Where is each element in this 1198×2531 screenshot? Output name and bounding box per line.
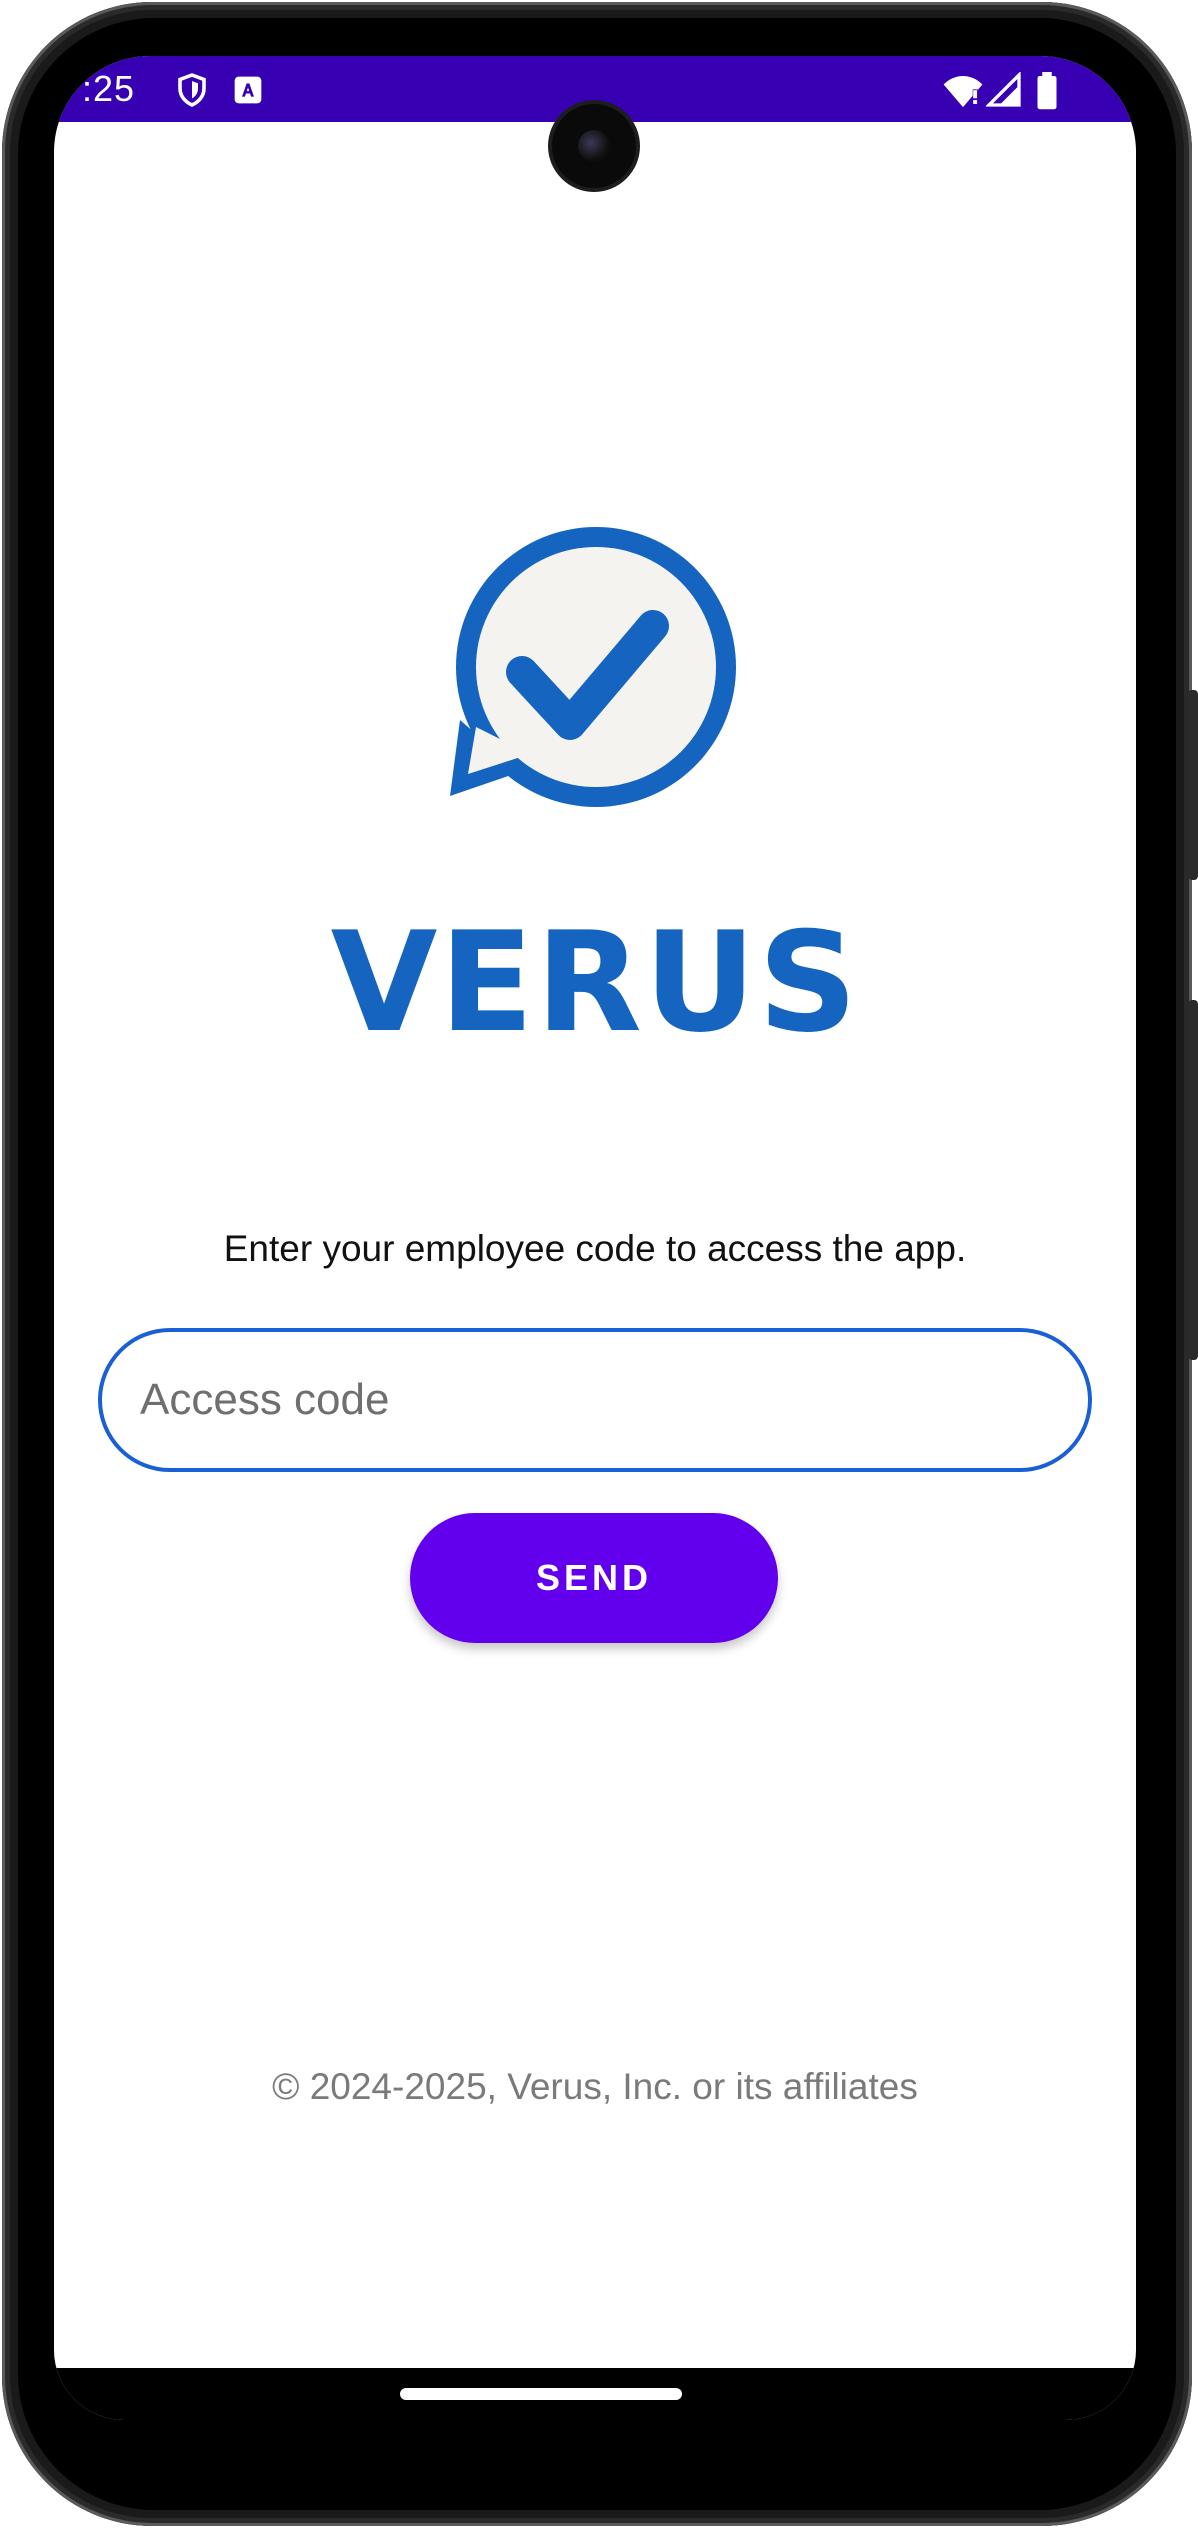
home-indicator[interactable] xyxy=(400,2388,682,2400)
wifi-icon xyxy=(943,76,983,108)
app-screen: :25 VERUS Enter your employee code to ac… xyxy=(54,56,1136,2420)
copyright-footer: © 2024-2025, Verus, Inc. or its affiliat… xyxy=(272,2066,918,2107)
brand-name: VERUS xyxy=(330,902,860,1063)
send-button[interactable]: SEND xyxy=(410,1513,778,1643)
volume-button xyxy=(1188,1000,1198,1360)
chat-check-icon xyxy=(450,527,736,807)
shield-icon xyxy=(178,73,206,107)
signal-icon xyxy=(986,72,1021,107)
power-button xyxy=(1188,690,1198,880)
battery-icon xyxy=(1037,72,1057,110)
camera-lens xyxy=(578,130,610,162)
access-code-input[interactable] xyxy=(98,1328,1092,1472)
login-prompt: Enter your employee code to access the a… xyxy=(223,1228,967,1269)
a-badge-icon xyxy=(234,76,262,104)
status-time: :25 xyxy=(82,68,136,109)
front-camera xyxy=(552,104,636,188)
device-mockup: :25 VERUS Enter your employee code to ac… xyxy=(0,0,1198,2531)
